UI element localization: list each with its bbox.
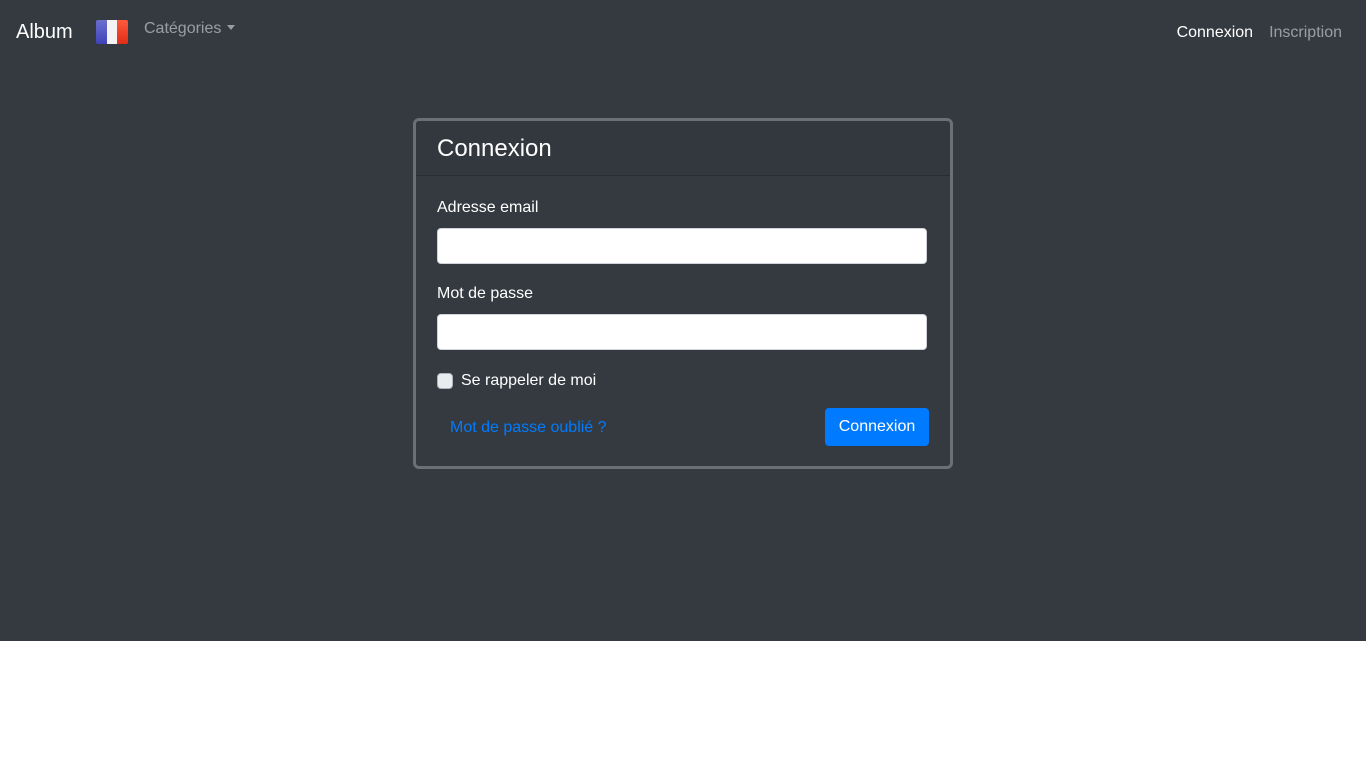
page-background: Album Catégories Connexion Inscription C… (0, 0, 1366, 641)
email-input[interactable] (437, 228, 927, 264)
login-card: Connexion Adresse email Mot de passe Se … (413, 118, 953, 469)
flag-stripe-red (117, 20, 128, 44)
login-submit-button[interactable]: Connexion (825, 408, 929, 446)
email-label: Adresse email (437, 199, 539, 216)
auth-nav: Connexion Inscription (1177, 23, 1342, 43)
remember-checkbox[interactable] (437, 373, 453, 389)
caret-down-icon (227, 25, 236, 30)
password-label: Mot de passe (437, 285, 534, 302)
categories-label: Catégories (144, 20, 222, 37)
flag-stripe-blue (96, 20, 107, 44)
register-nav-link[interactable]: Inscription (1269, 23, 1342, 43)
card-title: Connexion (437, 135, 552, 162)
flag-stripe-white (106, 20, 118, 44)
brand-link[interactable]: Album (16, 19, 73, 45)
card-header: Connexion (416, 121, 950, 176)
login-nav-link[interactable]: Connexion (1177, 23, 1254, 43)
categories-dropdown[interactable]: Catégories (144, 19, 236, 39)
remember-label[interactable]: Se rappeler de moi (461, 371, 596, 391)
remember-row: Se rappeler de moi (437, 371, 596, 391)
france-flag-icon[interactable] (96, 20, 128, 44)
password-input[interactable] (437, 314, 927, 350)
navbar: Album Catégories Connexion Inscription (0, 0, 1366, 64)
forgot-password-link[interactable]: Mot de passe oublié ? (450, 418, 607, 438)
